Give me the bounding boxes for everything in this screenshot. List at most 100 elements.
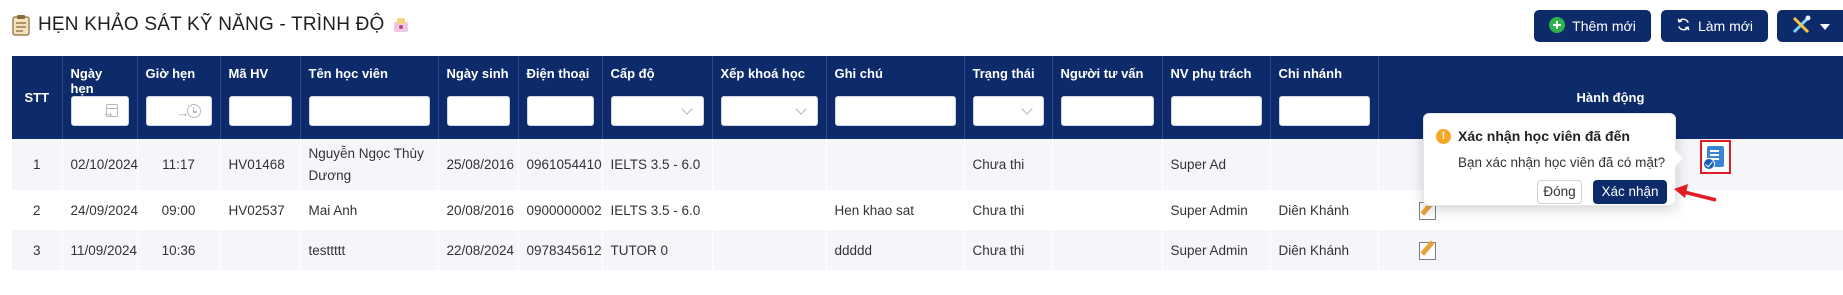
col-header-phone: Điện thoại: [518, 56, 603, 139]
note-filter-input[interactable]: [834, 96, 956, 126]
page-title: HẸN KHẢO SÁT KỸ NĂNG - TRÌNH ĐỘ: [38, 14, 385, 35]
col-header-name-label: Tên học viên: [308, 66, 388, 81]
dob-filter-input[interactable]: [446, 96, 510, 126]
cell-code: HV02537: [220, 190, 301, 230]
col-header-course-label: Xếp khoá học: [720, 66, 806, 81]
cell-staff: Super Ad: [1162, 139, 1271, 190]
cell-branch: Diên Khánh: [1270, 190, 1379, 230]
level-filter-select[interactable]: [610, 96, 704, 126]
cell-staff: Super Admin: [1162, 230, 1271, 270]
cell-phone: 0961054410: [518, 139, 603, 190]
add-new-button[interactable]: Thêm mới: [1534, 10, 1651, 42]
chevron-down-icon: [680, 103, 693, 115]
check-badge-icon: [1703, 158, 1715, 170]
col-header-staff: NV phụ trách: [1162, 56, 1271, 139]
popover-close-button[interactable]: Đóng: [1537, 180, 1582, 204]
cell-time: 09:00: [137, 190, 221, 230]
col-header-time-label: Giờ hẹn: [145, 66, 196, 81]
popover-confirm-button[interactable]: Xác nhận: [1593, 180, 1667, 204]
title-wrap: HẸN KHẢO SÁT KỸ NĂNG - TRÌNH ĐỘ: [12, 10, 409, 40]
cell-branch: [1270, 139, 1379, 190]
col-header-stt: STT: [12, 56, 63, 139]
cell-date: 11/09/2024: [62, 230, 138, 270]
time-range-filter[interactable]: →: [145, 96, 212, 126]
cell-status: Chưa thi: [964, 139, 1053, 190]
date-range-filter[interactable]: →: [70, 96, 129, 126]
cell-phone: 0978345612: [518, 230, 603, 270]
refresh-icon: [1676, 17, 1691, 35]
cell-course: [712, 139, 827, 190]
popover-message: Bạn xác nhận học viên đã có mặt?: [1458, 155, 1666, 170]
branch-filter-input[interactable]: [1278, 96, 1370, 126]
course-filter-select[interactable]: [720, 96, 818, 126]
cell-branch: Diên Khánh: [1270, 230, 1379, 270]
cell-level: IELTS 3.5 - 6.0: [602, 190, 713, 230]
col-header-status: Trạng thái: [964, 56, 1053, 139]
cell-level: IELTS 3.5 - 6.0: [602, 139, 713, 190]
cell-dob: 20/08/2016: [438, 190, 519, 230]
cell-date: 02/10/2024: [62, 139, 138, 190]
plus-icon: [1549, 16, 1566, 36]
cell-course: [712, 230, 827, 270]
chevron-down-icon: [1819, 18, 1830, 34]
cell-name: Nguyễn Ngọc Thùy Dương: [300, 139, 439, 190]
col-header-code: Mã HV: [220, 56, 301, 139]
confirm-arrival-button[interactable]: [1700, 140, 1731, 174]
cell-code: HV01468: [220, 139, 301, 190]
phone-filter-input[interactable]: [526, 96, 594, 126]
cell-staff: Super Admin: [1162, 190, 1271, 230]
col-header-dob-label: Ngày sinh: [446, 66, 509, 81]
col-header-note-label: Ghi chú: [834, 66, 883, 81]
badge-icon: [393, 17, 409, 33]
cell-name: testtttt: [300, 230, 439, 270]
clock-icon: [186, 104, 201, 118]
cell-advisor: [1052, 139, 1163, 190]
tools-dropdown-button[interactable]: [1777, 10, 1843, 42]
cell-name-line1: Nguyễn Ngọc Thùy: [308, 145, 424, 161]
cell-level: TUTOR 0: [602, 230, 713, 270]
cell-note: [826, 139, 965, 190]
cell-dob: 22/08/2024: [438, 230, 519, 270]
cell-time: 11:17: [137, 139, 221, 190]
cell-advisor: [1052, 230, 1163, 270]
col-header-branch-label: Chi nhánh: [1278, 66, 1343, 81]
col-header-name: Tên học viên: [300, 56, 439, 139]
cell-stt: 3: [12, 230, 63, 270]
cell-status: Chưa thi: [964, 190, 1053, 230]
cell-code: [220, 230, 301, 270]
col-header-code-label: Mã HV: [228, 66, 269, 81]
col-header-advisor-label: Người tư vấn: [1060, 66, 1144, 81]
col-header-advisor: Người tư vấn: [1052, 56, 1163, 139]
status-filter-select[interactable]: [972, 96, 1044, 126]
edit-icon[interactable]: [1416, 239, 1438, 261]
cell-time: 10:36: [137, 230, 221, 270]
refresh-label: Làm mới: [1697, 18, 1754, 34]
staff-filter-input[interactable]: [1170, 96, 1262, 126]
cell-status: Chưa thi: [964, 230, 1053, 270]
chevron-down-icon: [794, 103, 807, 115]
col-header-branch: Chi nhánh: [1270, 56, 1379, 139]
name-filter-input[interactable]: [308, 96, 430, 126]
col-header-course: Xếp khoá học: [712, 56, 827, 139]
col-header-date-label: Ngày hẹn: [70, 66, 103, 96]
refresh-button[interactable]: Làm mới: [1661, 10, 1768, 42]
col-header-note: Ghi chú: [826, 56, 965, 139]
col-header-level: Cấp độ: [602, 56, 713, 139]
confirm-popover: ! Xác nhận học viên đã đến Bạn xác nhận …: [1423, 113, 1676, 206]
cell-date: 24/09/2024: [62, 190, 138, 230]
table-row: 3 11/09/2024 10:36 testtttt 22/08/2024 0…: [12, 230, 1843, 270]
clipboard-icon: [12, 14, 30, 36]
col-header-status-label: Trạng thái: [972, 66, 1035, 81]
cell-name-line2: Dương: [308, 167, 352, 183]
page-header: HẸN KHẢO SÁT KỸ NĂNG - TRÌNH ĐỘ Thêm mới…: [0, 0, 1843, 52]
cell-note: Hen khao sat: [826, 190, 965, 230]
chevron-down-icon: [1020, 103, 1033, 115]
cell-phone: 0900000002: [518, 190, 603, 230]
code-filter-input[interactable]: [228, 96, 292, 126]
col-header-phone-label: Điện thoại: [526, 66, 590, 81]
cell-advisor: [1052, 190, 1163, 230]
cell-stt: 1: [12, 139, 63, 190]
cell-name: Mai Anh: [300, 190, 439, 230]
advisor-filter-input[interactable]: [1060, 96, 1154, 126]
tools-icon: [1791, 15, 1813, 38]
